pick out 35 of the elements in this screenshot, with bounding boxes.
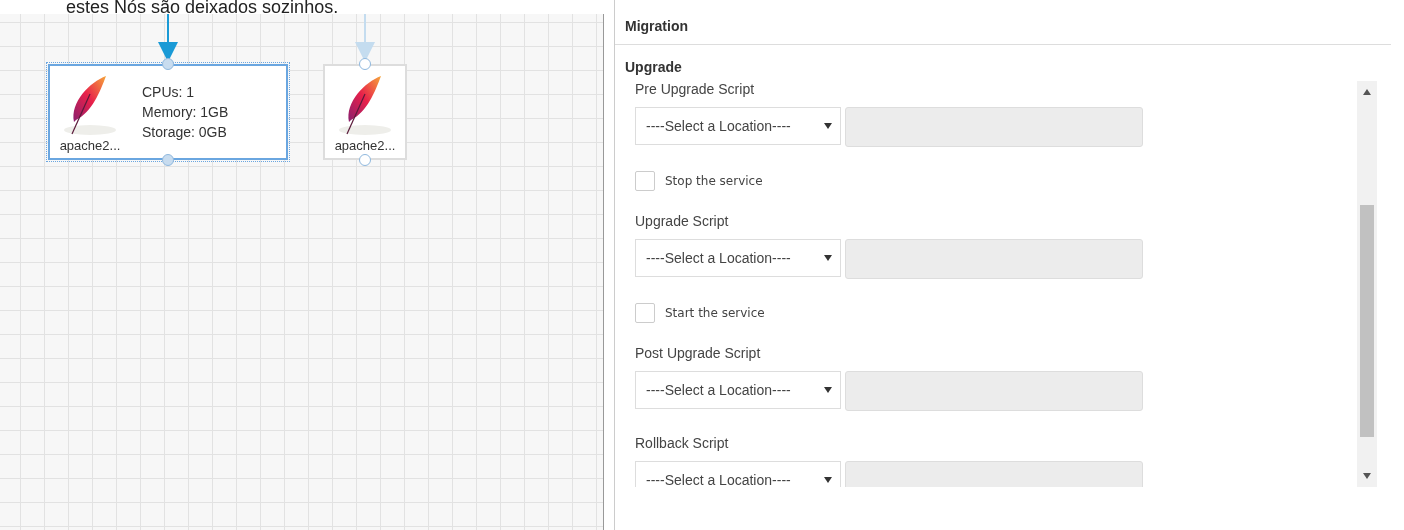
caption-text: estes Nós são deixados sozinhos. — [66, 0, 339, 17]
connector-port[interactable] — [359, 58, 371, 70]
service-node[interactable]: apache2... — [323, 64, 407, 160]
panel-title: Migration — [615, 14, 1391, 45]
checkbox-label: Stop the service — [665, 174, 763, 188]
scroll-thumb[interactable] — [1360, 205, 1374, 437]
node-detail: CPUs: 1 — [142, 83, 196, 102]
node-label: apache2... — [59, 138, 121, 153]
section-title: Upgrade — [624, 58, 683, 77]
checkbox[interactable] — [635, 303, 655, 323]
node-detail: Memory: 1GB — [142, 103, 229, 122]
field-label: Rollback Script — [635, 435, 729, 451]
checkbox[interactable] — [635, 171, 655, 191]
caret-icon — [824, 477, 832, 483]
location-select[interactable]: ----Select a Location---- — [635, 107, 841, 145]
location-select[interactable]: ----Select a Location---- — [635, 371, 841, 409]
service-node[interactable]: apache2... CPUs: 1 Memory: 1GB Storage: 0GB — [48, 64, 288, 160]
field-label: Post Upgrade Script — [635, 345, 761, 361]
field-label: Pre Upgrade Script — [635, 81, 755, 97]
caret-icon — [824, 123, 832, 129]
scroll-up-icon[interactable] — [1363, 89, 1371, 95]
caret-icon — [824, 387, 832, 393]
script-field[interactable] — [845, 107, 1143, 147]
checkbox-label: Start the service — [665, 306, 765, 320]
location-select[interactable]: ----Select a Location---- — [635, 461, 841, 487]
caret-icon — [824, 255, 832, 261]
location-select[interactable]: ----Select a Location---- — [635, 239, 841, 277]
node-label: apache2... — [334, 138, 396, 153]
scrollbar[interactable] — [1357, 81, 1377, 487]
scroll-down-icon[interactable] — [1363, 473, 1371, 479]
field-label: Upgrade Script — [635, 213, 729, 229]
connector-port[interactable] — [162, 58, 174, 70]
script-field[interactable] — [845, 239, 1143, 279]
script-field[interactable] — [845, 371, 1143, 411]
node-detail: Storage: 0GB — [142, 123, 228, 142]
